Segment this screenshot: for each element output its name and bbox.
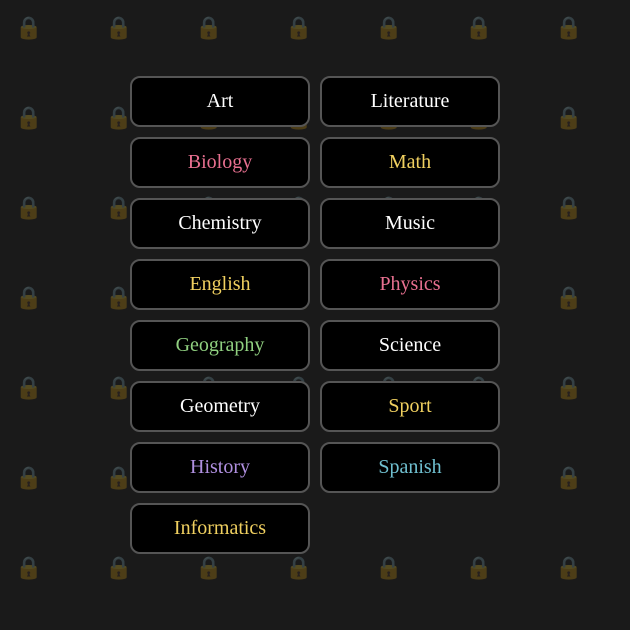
subject-informatics[interactable]: Informatics — [130, 503, 310, 554]
subject-geography[interactable]: Geography — [130, 320, 310, 371]
subject-science[interactable]: Science — [320, 320, 500, 371]
subject-sport[interactable]: Sport — [320, 381, 500, 432]
subjects-grid: ArtLiteratureBiologyMathChemistryMusicEn… — [110, 56, 520, 574]
subject-english[interactable]: English — [130, 259, 310, 310]
subject-history[interactable]: History — [130, 442, 310, 493]
subject-art[interactable]: Art — [130, 76, 310, 127]
subject-literature[interactable]: Literature — [320, 76, 500, 127]
subject-chemistry[interactable]: Chemistry — [130, 198, 310, 249]
subject-spanish[interactable]: Spanish — [320, 442, 500, 493]
subject-biology[interactable]: Biology — [130, 137, 310, 188]
empty-cell — [320, 503, 500, 554]
subject-physics[interactable]: Physics — [320, 259, 500, 310]
subject-music[interactable]: Music — [320, 198, 500, 249]
subject-math[interactable]: Math — [320, 137, 500, 188]
subject-geometry[interactable]: Geometry — [130, 381, 310, 432]
